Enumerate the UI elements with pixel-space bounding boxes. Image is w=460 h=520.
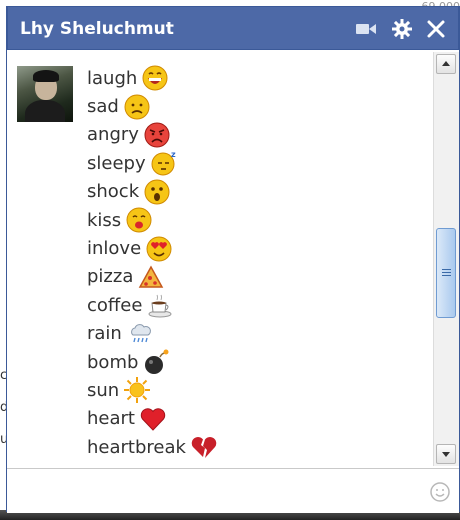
smiley-icon[interactable]	[429, 481, 451, 503]
shock-emoji-icon	[143, 178, 171, 206]
chevron-up-icon	[442, 61, 450, 66]
rain-emoji-icon	[126, 320, 154, 348]
scroll-up-button[interactable]	[436, 54, 456, 74]
message-text: sun	[87, 379, 120, 401]
chat-title[interactable]: Lhy Sheluchmut	[20, 19, 174, 39]
list-item: heartbreak	[87, 433, 218, 461]
message-text: sad	[87, 96, 119, 118]
sleepy-emoji-icon: z	[150, 149, 178, 177]
laugh-emoji-icon	[141, 64, 169, 92]
list-item: angry	[87, 121, 218, 149]
message-input[interactable]	[7, 468, 459, 513]
list-item: kiss	[87, 206, 218, 234]
bomb-emoji-icon	[142, 348, 170, 376]
heartbreak-emoji-icon	[190, 433, 218, 461]
message-text: pizza	[87, 266, 134, 288]
message-area: laugh sad angry sleepy z shock kiss inlo…	[7, 52, 433, 462]
scroll-down-button[interactable]	[436, 444, 456, 464]
pizza-emoji-icon	[137, 263, 165, 291]
list-item: sun	[87, 376, 218, 404]
list-item: sleepy z	[87, 149, 218, 177]
avatar[interactable]	[17, 66, 73, 122]
video-camera-icon[interactable]	[354, 17, 378, 41]
message-text: angry	[87, 124, 139, 146]
close-icon[interactable]	[424, 17, 448, 41]
heart-emoji-icon	[139, 405, 167, 433]
list-item: inlove	[87, 234, 218, 262]
list-item: heart	[87, 405, 218, 433]
message-text: inlove	[87, 238, 142, 260]
inlove-emoji-icon	[145, 235, 173, 263]
message-list: laugh sad angry sleepy z shock kiss inlo…	[87, 64, 218, 461]
list-item: bomb	[87, 348, 218, 376]
message-text: laugh	[87, 67, 138, 89]
scrollbar-thumb[interactable]	[436, 228, 456, 318]
sad-emoji-icon	[123, 93, 151, 121]
message-text: sleepy	[87, 152, 146, 174]
message-text: kiss	[87, 209, 122, 231]
list-item: coffee	[87, 291, 218, 319]
message-text: shock	[87, 181, 140, 203]
list-item: pizza	[87, 263, 218, 291]
message-text: bomb	[87, 351, 139, 373]
message-text: heartbreak	[87, 436, 186, 458]
chat-titlebar[interactable]: Lhy Sheluchmut	[7, 6, 459, 50]
chevron-down-icon	[442, 452, 450, 457]
sun-emoji-icon	[123, 376, 151, 404]
message-text: rain	[87, 323, 122, 345]
gear-icon[interactable]	[390, 17, 414, 41]
scrollbar[interactable]	[433, 52, 459, 466]
coffee-emoji-icon	[146, 291, 174, 319]
chat-window: Lhy Sheluchmut laugh sad angry sleepy z …	[6, 6, 460, 513]
angry-emoji-icon	[143, 121, 171, 149]
list-item: laugh	[87, 64, 218, 92]
list-item: sad	[87, 92, 218, 120]
kiss-emoji-icon	[125, 206, 153, 234]
svg-text:z: z	[171, 150, 176, 159]
list-item: rain	[87, 320, 218, 348]
message-text: heart	[87, 408, 135, 430]
message-text: coffee	[87, 294, 143, 316]
list-item: shock	[87, 178, 218, 206]
